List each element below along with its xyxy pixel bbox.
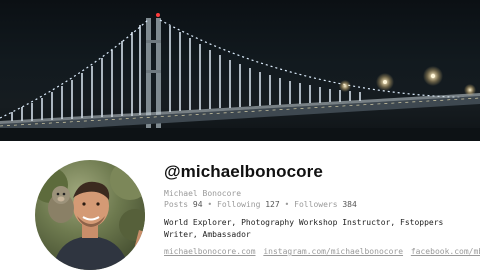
profile-links: michaelbonocore.com instagram.com/michae…	[164, 247, 480, 256]
avatar[interactable]	[35, 160, 145, 270]
profile-handle: @michaelbonocore	[164, 162, 323, 181]
profile-stats: Posts 94 • Following 127 • Followers 384	[164, 200, 357, 209]
website-link[interactable]: michaelbonocore.com	[164, 247, 256, 256]
stats-separator: •	[284, 200, 290, 209]
facebook-link[interactable]: facebook.com/mb	[411, 247, 480, 256]
instagram-link[interactable]: instagram.com/michaelbonocore	[263, 247, 403, 256]
cover-photo	[0, 0, 480, 141]
following-label: Following	[217, 200, 261, 209]
following-count[interactable]: 127	[265, 200, 279, 209]
profile-full-name: Michael Bonocore	[164, 189, 242, 198]
posts-label: Posts	[164, 200, 189, 209]
followers-count[interactable]: 384	[342, 200, 356, 209]
stats-separator: •	[207, 200, 213, 209]
bridge-night-image	[0, 13, 480, 141]
profile-photo	[35, 160, 145, 270]
followers-label: Followers	[294, 200, 338, 209]
profile-bio: World Explorer, Photography Workshop Ins…	[164, 218, 444, 239]
posts-count[interactable]: 94	[193, 200, 203, 209]
